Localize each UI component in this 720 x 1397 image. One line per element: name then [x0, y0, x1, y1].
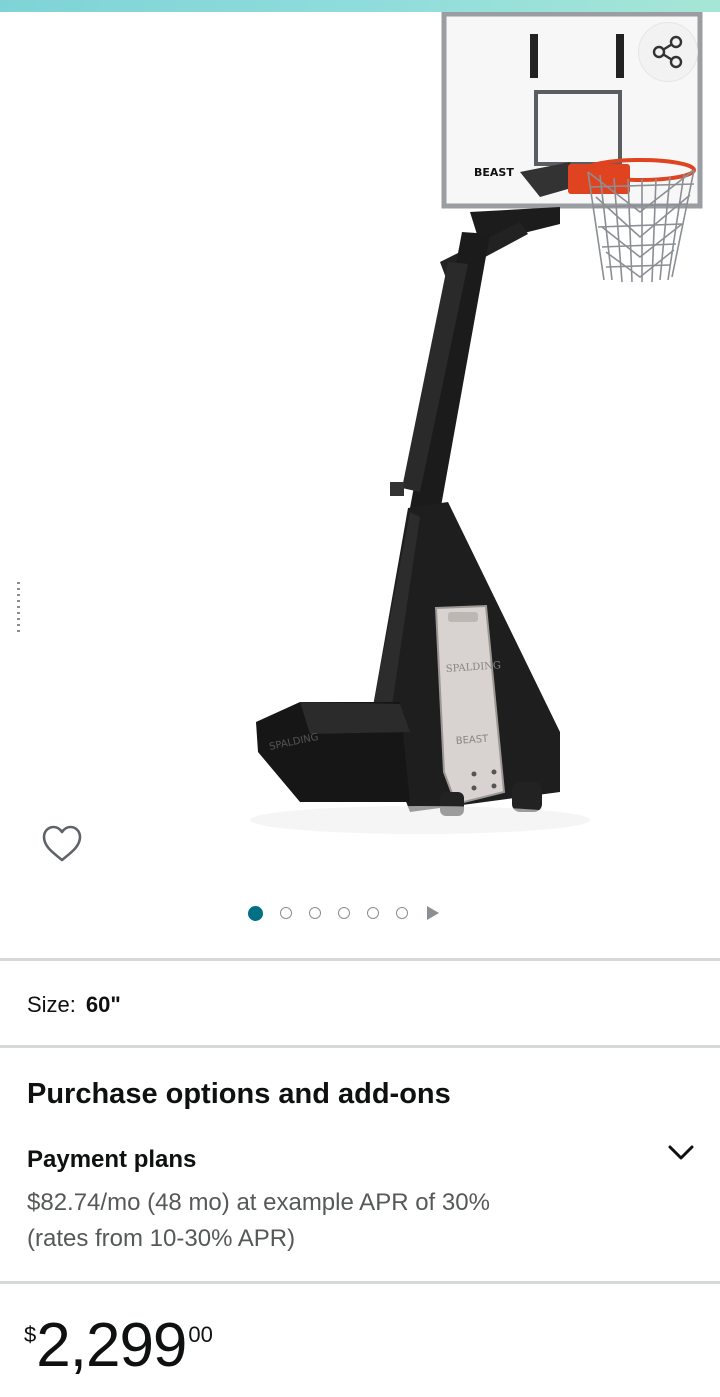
play-icon[interactable]: [427, 906, 439, 920]
gallery-dot-6[interactable]: [396, 907, 408, 919]
wishlist-button[interactable]: [40, 822, 84, 866]
share-icon: [652, 35, 683, 69]
gallery-dot-5[interactable]: [367, 907, 379, 919]
size-selector[interactable]: Size: 60": [27, 992, 121, 1018]
gallery-dot-3[interactable]: [309, 907, 321, 919]
payment-plans-title[interactable]: Payment plans: [27, 1146, 196, 1174]
payment-plans-line2: (rates from 10-30% APR): [27, 1225, 296, 1252]
side-scroll-marks: [17, 582, 20, 632]
share-button[interactable]: [638, 22, 698, 82]
product-image-gallery[interactable]: BEAST SPALDING SPALDING BEAST: [0, 12, 720, 960]
purchase-options-title: Purchase options and add-ons: [27, 1078, 451, 1110]
backboard-brand-text: BEAST: [474, 166, 514, 179]
product-image[interactable]: BEAST SPALDING SPALDING BEAST: [0, 12, 720, 882]
price-whole: 2,299: [36, 1311, 187, 1380]
chevron-down-icon[interactable]: [666, 1142, 696, 1164]
gallery-dot-2[interactable]: [280, 907, 292, 919]
divider: [0, 1281, 720, 1284]
size-label: Size:: [27, 992, 76, 1017]
payment-plans-description: $82.74/mo (48 mo) at example APR of 30% …: [27, 1185, 587, 1257]
gallery-dot-1[interactable]: [248, 905, 263, 921]
price-symbol: $: [24, 1322, 37, 1347]
payment-plans-line1: $82.74/mo (48 mo) at example APR of 30%: [27, 1189, 490, 1216]
price: $ 2,299 00: [24, 1314, 213, 1384]
top-strip: [0, 0, 720, 12]
divider: [0, 958, 720, 961]
base-panel-label: BEAST: [455, 734, 489, 747]
size-value: 60": [85, 992, 121, 1017]
divider: [0, 1045, 720, 1048]
gallery-dots[interactable]: [248, 905, 439, 921]
price-fraction: 00: [188, 1322, 213, 1347]
gallery-dot-4[interactable]: [338, 907, 350, 919]
heart-icon: [42, 825, 82, 862]
